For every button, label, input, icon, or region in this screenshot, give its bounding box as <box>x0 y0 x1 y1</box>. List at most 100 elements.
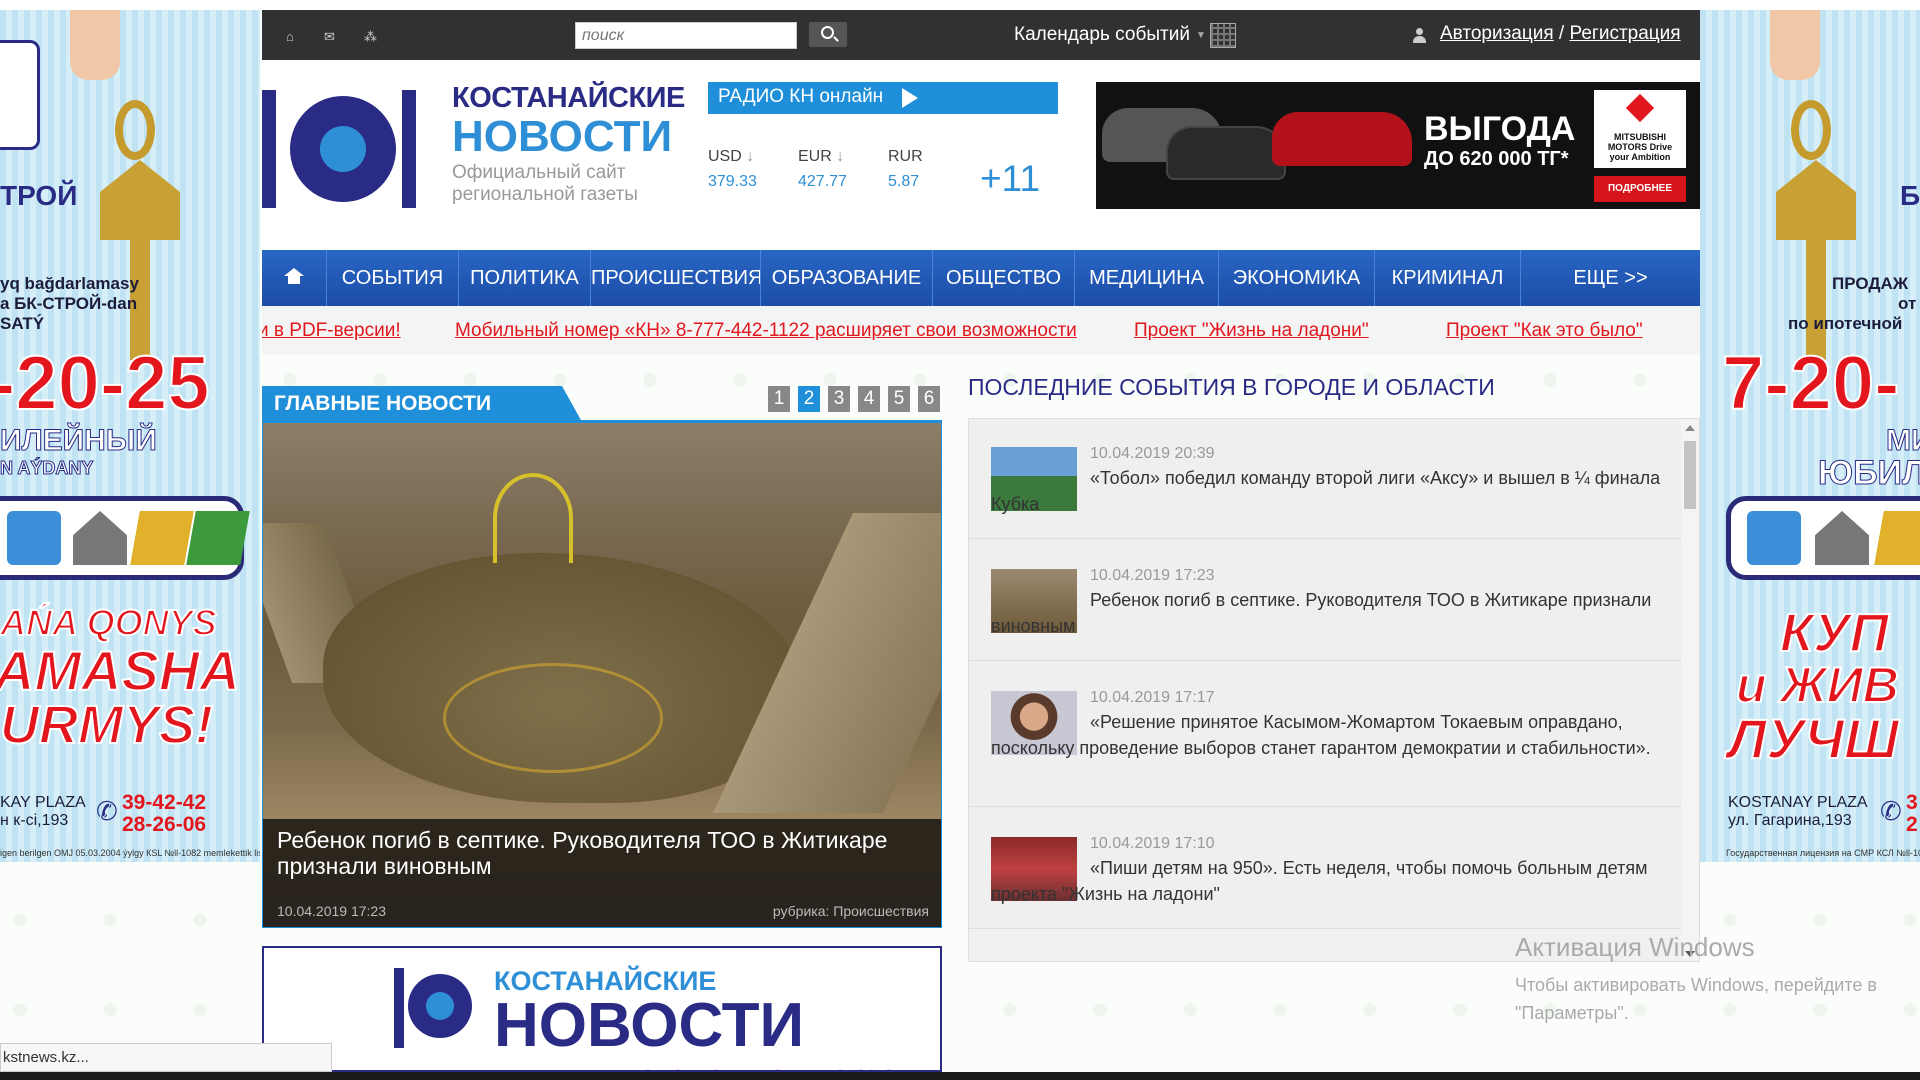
currency-usd-value: 379.33 <box>708 173 757 190</box>
nav-item-more[interactable]: ЕЩЕ >> <box>1520 250 1700 306</box>
photo-hose <box>493 473 573 563</box>
page-4[interactable]: 4 <box>858 386 880 412</box>
mail-icon[interactable]: ✉ <box>324 30 338 44</box>
right-ad-place1: МИ <box>1886 424 1920 458</box>
mitsubishi-logo: MITSUBISHI MOTORS Drive your Ambition <box>1594 90 1686 168</box>
left-ad-line1: yq bağdarlamasy <box>0 274 139 293</box>
home-icon[interactable]: ⌂ <box>286 30 300 44</box>
search-input[interactable] <box>575 22 797 49</box>
right-ad-phone-big: 7-20- <box>1721 340 1900 427</box>
car-image <box>1166 126 1286 180</box>
hand-image <box>70 10 120 80</box>
nav-item-medicine[interactable]: МЕДИЦИНА <box>1074 250 1218 306</box>
login-link[interactable]: Авторизация <box>1440 23 1554 44</box>
ticker-link[interactable]: и в PDF-версии! <box>262 320 401 342</box>
search-icon <box>821 26 834 39</box>
scroll-thumb[interactable] <box>1684 441 1696 509</box>
left-ad-icons-box <box>0 496 250 580</box>
scroll-up-icon[interactable] <box>1685 425 1695 431</box>
featured-rubric[interactable]: рубрика: Происшествия <box>773 903 929 919</box>
weather-temperature[interactable]: +11 <box>980 158 1040 200</box>
page-3[interactable]: 3 <box>828 386 850 412</box>
events-heading: ПОСЛЕДНИЕ СОБЫТИЯ В ГОРОДЕ И ОБЛАСТИ <box>968 374 1495 400</box>
calendar-icon[interactable] <box>1210 23 1236 48</box>
list-item[interactable]: 10.04.2019 17:23 Ребенок погиб в септике… <box>969 539 1683 661</box>
left-side-banner[interactable]: ТРОЙ yq bağdarlamasy a БК-СТРОЙ-dan SATÝ… <box>0 10 260 862</box>
ticker-link[interactable]: Проект "Жизнь на ладони" <box>1134 320 1369 342</box>
logo-subtitle: Официальный сайт региональной газеты <box>452 162 638 205</box>
chevron-down-icon[interactable]: ▼ <box>1196 30 1206 41</box>
logo-title-line2[interactable]: НОВОСТИ <box>452 112 672 162</box>
currency-eur-code: EUR ↓ <box>798 148 845 165</box>
left-ad-addr2: н к-сі,193 <box>0 812 69 829</box>
promo-line2: НОВОСТИ <box>494 991 805 1060</box>
windows-activation-line2: Чтобы активировать Windows, перейдите в <box>1515 975 1877 995</box>
right-ad-slogan1: КУП <box>1779 602 1890 664</box>
left-ad-line3: SATÝ <box>0 314 45 333</box>
nav-item-society[interactable]: ОБЩЕСТВО <box>932 250 1074 306</box>
nav-item-events[interactable]: СОБЫТИЯ <box>326 250 458 306</box>
nav-item-criminal[interactable]: КРИМИНАЛ <box>1374 250 1520 306</box>
list-item[interactable]: 10.04.2019 17:10 «Пиши детям на 950». Ес… <box>969 807 1683 929</box>
event-date: 10.04.2019 17:23 <box>1090 567 1215 584</box>
banner-more-button[interactable]: ПОДРОБНЕЕ <box>1594 176 1686 202</box>
right-ad-phone1: 3 <box>1906 791 1918 814</box>
news-ticker: и в PDF-версии! Мобильный номер «КН» 8-7… <box>262 306 1700 354</box>
page-5[interactable]: 5 <box>888 386 910 412</box>
right-side-banner[interactable]: Б ПРОДАЖ от по ипотечной 7-20- МИ ЮБИЛ К… <box>1700 10 1920 862</box>
register-link[interactable]: Регистрация <box>1570 23 1681 44</box>
sitemap-icon[interactable]: ⁂ <box>364 30 378 44</box>
left-ad-phone-big: -20-25 <box>0 340 211 427</box>
main-news-heading: ГЛАВНЫЕ НОВОСТИ <box>262 386 582 422</box>
page-2[interactable]: 2 <box>798 386 820 412</box>
list-item[interactable]: 10.04.2019 17:17 «Решение принятое Касым… <box>969 661 1683 807</box>
search-button[interactable] <box>809 22 847 47</box>
left-ad-brand: ТРОЙ <box>0 180 78 211</box>
kn-logo-icon <box>394 968 478 1048</box>
right-ad-slogan3: ЛУЧШ <box>1727 706 1900 771</box>
currency-eur-value: 427.77 <box>798 173 847 190</box>
home-icon <box>284 268 304 286</box>
currency-rur-value: 5.87 <box>888 173 920 190</box>
apartment-plan-icon <box>130 511 194 565</box>
top-bar: ⌂ ✉ ⁂ Календарь событий ▼ Авторизация / … <box>262 10 1700 60</box>
nav-item-economy[interactable]: ЭКОНОМИКА <box>1218 250 1374 306</box>
featured-title[interactable]: Ребенок погиб в септике. Руководителя ТО… <box>277 827 927 879</box>
nav-item-education[interactable]: ОБРАЗОВАНИЕ <box>760 250 932 306</box>
event-date: 10.04.2019 17:10 <box>1090 835 1215 852</box>
nav-home[interactable] <box>262 250 326 306</box>
house-search-icon <box>7 511 61 565</box>
left-ad-license: igen berilgen ОМЈ 05.03.2004 ýylgy КSL №… <box>0 848 260 858</box>
auth-links: Авторизация / Регистрация <box>1440 23 1681 45</box>
event-title[interactable]: Ребенок погиб в септике. Руководителя ТО… <box>991 587 1661 639</box>
currency-rur-code: RUR <box>888 148 923 165</box>
car-image <box>1272 112 1412 166</box>
calendar-link[interactable]: Календарь событий <box>1014 24 1190 46</box>
left-ad-line2: a БК-СТРОЙ-dan <box>0 294 138 313</box>
kn-promo-banner[interactable]: КОСТАНАЙСКИЕ НОВОСТИ о специалиста <box>262 946 942 1072</box>
banner-title: ВЫГОДА <box>1424 110 1576 148</box>
events-scrollbar[interactable] <box>1681 419 1699 961</box>
windows-activation-watermark: Активация Windows Чтобы активировать Win… <box>1515 932 1877 1027</box>
event-title[interactable]: «Тобол» победил команду второй лиги «Акс… <box>991 465 1661 517</box>
ticker-link[interactable]: Проект "Как это было" <box>1446 320 1643 342</box>
logo-title-line1[interactable]: КОСТАНАЙСКИЕ <box>452 82 685 115</box>
event-title[interactable]: «Решение принятое Касымом-Жомартом Токае… <box>991 709 1661 761</box>
page-1[interactable]: 1 <box>768 386 790 412</box>
currency-usd-code: USD ↓ <box>708 148 755 165</box>
event-title[interactable]: «Пиши детям на 950». Есть неделя, чтобы … <box>991 855 1661 907</box>
left-ad-place1: ИЛЕЙНЫЙ <box>0 424 157 458</box>
nav-item-politics[interactable]: ПОЛИТИКА <box>458 250 590 306</box>
kn-logo-icon[interactable] <box>262 90 432 208</box>
list-item[interactable]: 10.04.2019 20:39 «Тобол» победил команду… <box>969 419 1683 539</box>
mitsubishi-banner[interactable]: ВЫГОДА ДО 620 000 ТГ* MITSUBISHI MOTORS … <box>1096 82 1700 209</box>
radio-online-button[interactable]: РАДИО КН онлайн <box>708 82 1058 114</box>
page-6[interactable]: 6 <box>918 386 940 412</box>
auth-separator: / <box>1553 23 1570 44</box>
featured-date: 10.04.2019 17:23 <box>277 903 386 919</box>
ticker-link[interactable]: Мобильный номер «КН» 8-777-442-1122 расш… <box>455 320 1077 342</box>
nav-item-incidents[interactable]: ПРОИСШЕСТВИЯ <box>590 250 762 306</box>
left-ad-place2: N AÝDANY <box>0 458 94 479</box>
house-search-icon <box>1747 511 1801 565</box>
featured-news-card[interactable]: Ребенок погиб в септике. Руководителя ТО… <box>262 422 942 928</box>
